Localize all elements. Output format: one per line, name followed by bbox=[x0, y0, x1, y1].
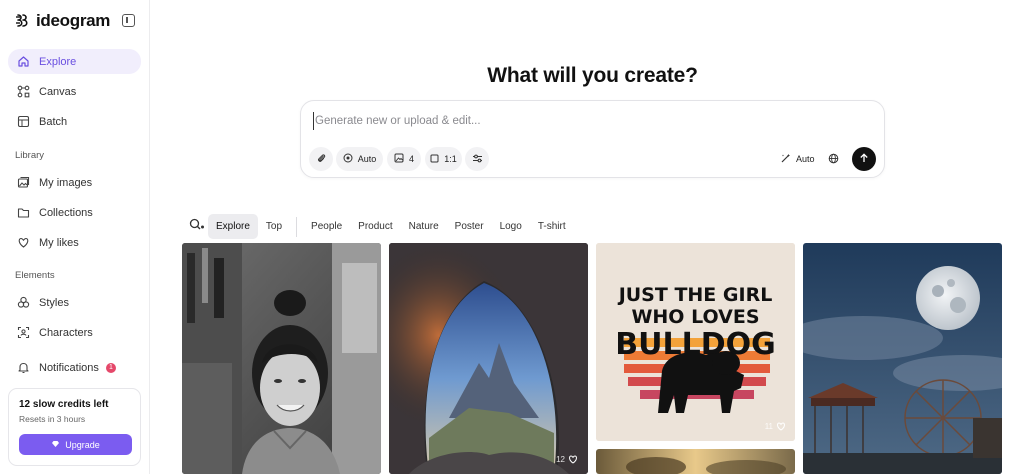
model-icon bbox=[343, 153, 353, 165]
sidebar-item-styles[interactable]: Styles bbox=[8, 290, 141, 315]
aspect-ratio-select[interactable]: 1:1 bbox=[425, 147, 462, 171]
aspect-ratio-label: 1:1 bbox=[444, 154, 457, 164]
magic-prompt-toggle[interactable]: Auto bbox=[780, 147, 815, 171]
filter-divider bbox=[296, 216, 298, 237]
filter-bar: Explore Top People Product Nature Poster… bbox=[186, 214, 574, 239]
sidebar-item-collections[interactable]: Collections bbox=[8, 200, 141, 225]
magic-wand-icon bbox=[780, 153, 791, 166]
credits-subtitle: Resets in 3 hours bbox=[19, 414, 86, 424]
section-label-library: Library bbox=[15, 150, 45, 161]
filter-poster[interactable]: Poster bbox=[447, 214, 492, 239]
logo-icon bbox=[14, 12, 32, 30]
sidebar: ideogram Explore Canvas Batch Library My… bbox=[0, 0, 150, 474]
section-label-elements: Elements bbox=[15, 270, 55, 281]
sidebar-item-explore[interactable]: Explore bbox=[8, 49, 141, 74]
settings-button[interactable] bbox=[465, 147, 489, 171]
logo-text: ideogram bbox=[36, 11, 111, 30]
gallery-image-moon-fairground[interactable] bbox=[803, 243, 1002, 474]
heart-outline-icon bbox=[776, 422, 786, 431]
prompt-input[interactable] bbox=[313, 112, 853, 130]
gallery-image-portrait[interactable] bbox=[182, 243, 381, 474]
sidebar-item-my-images[interactable]: My images bbox=[8, 170, 141, 195]
globe-icon bbox=[828, 153, 839, 166]
language-button[interactable] bbox=[828, 147, 839, 171]
tab-explore[interactable]: Explore bbox=[208, 214, 258, 239]
prompt-box: Auto 4 1:1 Auto bbox=[300, 100, 885, 178]
sidebar-item-batch[interactable]: Batch bbox=[8, 109, 141, 134]
poster-line-1: JUST THE GIRL bbox=[617, 284, 773, 306]
like-count: 12 bbox=[556, 455, 565, 464]
image-count-select[interactable]: 4 bbox=[387, 147, 421, 171]
sidebar-collapse-icon[interactable] bbox=[122, 14, 135, 27]
home-icon bbox=[16, 55, 30, 69]
like-overlay[interactable]: 11 bbox=[765, 422, 786, 431]
upgrade-button[interactable]: Upgrade bbox=[19, 434, 132, 455]
filter-logo[interactable]: Logo bbox=[492, 214, 530, 239]
sidebar-item-label: Batch bbox=[39, 115, 68, 128]
credits-card: 12 slow credits left Resets in 3 hours U… bbox=[8, 388, 141, 466]
filter-nature[interactable]: Nature bbox=[401, 214, 447, 239]
filter-t-shirt[interactable]: T-shirt bbox=[530, 214, 574, 239]
styles-icon bbox=[16, 296, 30, 310]
bell-icon bbox=[16, 361, 30, 375]
image-count-label: 4 bbox=[409, 154, 415, 164]
filter-people[interactable]: People bbox=[303, 214, 350, 239]
heart-icon bbox=[16, 236, 30, 250]
heart-outline-icon bbox=[568, 455, 578, 464]
gallery-image-sunset-partial[interactable] bbox=[596, 449, 795, 474]
diamond-icon bbox=[51, 440, 60, 450]
sidebar-item-my-likes[interactable]: My likes bbox=[8, 230, 141, 255]
app-root: ideogram Explore Canvas Batch Library My… bbox=[0, 0, 1024, 474]
sidebar-item-label: My likes bbox=[39, 236, 79, 249]
batch-icon bbox=[16, 115, 30, 129]
like-count: 11 bbox=[764, 422, 773, 431]
folder-icon bbox=[16, 206, 30, 220]
upgrade-label: Upgrade bbox=[65, 439, 100, 450]
sidebar-item-label: Characters bbox=[39, 326, 93, 339]
gallery-image-cave-landscape[interactable]: 12 bbox=[389, 243, 588, 474]
canvas-icon bbox=[16, 85, 30, 99]
sidebar-item-label: Styles bbox=[39, 296, 69, 309]
characters-icon bbox=[16, 326, 30, 340]
model-select[interactable]: Auto bbox=[336, 147, 383, 171]
search-button[interactable] bbox=[186, 214, 208, 239]
model-label: Auto bbox=[357, 154, 377, 164]
notification-badge: 1 bbox=[105, 362, 116, 373]
credits-title: 12 slow credits left bbox=[19, 399, 109, 410]
gallery-image-bulldog-poster[interactable]: JUST THE GIRL WHO LOVES BULLDOG 11 bbox=[596, 243, 795, 441]
sidebar-item-notifications[interactable]: Notifications 1 bbox=[8, 355, 141, 380]
square-icon bbox=[430, 154, 439, 165]
arrow-up-icon bbox=[859, 150, 869, 168]
image-icon bbox=[394, 153, 404, 165]
logo[interactable]: ideogram bbox=[14, 11, 110, 31]
search-icon bbox=[189, 218, 205, 236]
sidebar-item-label: Canvas bbox=[39, 85, 77, 98]
sidebar-item-label: My images bbox=[39, 176, 93, 189]
filter-product[interactable]: Product bbox=[350, 214, 400, 239]
poster-line-2: WHO LOVES bbox=[631, 306, 759, 328]
magic-prompt-label: Auto bbox=[796, 154, 815, 164]
sliders-icon bbox=[472, 153, 483, 166]
page-title: What will you create? bbox=[487, 64, 698, 87]
sidebar-item-canvas[interactable]: Canvas bbox=[8, 79, 141, 104]
sidebar-item-label: Collections bbox=[39, 206, 93, 219]
sidebar-item-characters[interactable]: Characters bbox=[8, 320, 141, 345]
tab-top[interactable]: Top bbox=[258, 214, 290, 239]
images-icon bbox=[16, 176, 30, 190]
sidebar-item-label: Explore bbox=[39, 55, 77, 68]
sidebar-item-label: Notifications bbox=[39, 361, 99, 374]
paperclip-icon bbox=[316, 153, 327, 166]
like-overlay[interactable]: 12 bbox=[556, 455, 578, 464]
generate-button[interactable] bbox=[852, 147, 876, 171]
poster-line-3: BULLDOG bbox=[615, 327, 776, 362]
attach-button[interactable] bbox=[309, 147, 333, 171]
